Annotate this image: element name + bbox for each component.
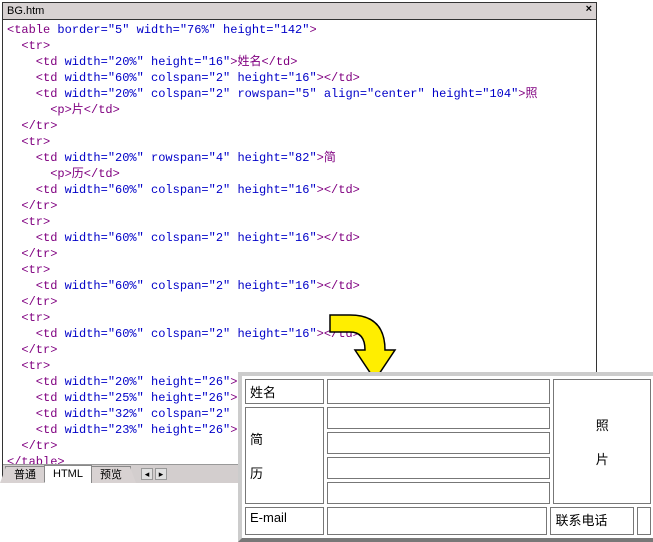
- code: <td: [7, 151, 65, 165]
- phone-empty-cell: [637, 507, 651, 535]
- code: </tr>: [7, 343, 57, 357]
- table-row: 姓名 照 片: [245, 379, 651, 404]
- name-label-cell: 姓名: [245, 379, 324, 404]
- code: <td: [7, 391, 65, 405]
- tab-normal[interactable]: 普通: [5, 466, 45, 483]
- code: <tr>: [7, 39, 50, 53]
- code: width="23%" height="26": [65, 423, 231, 437]
- resume-label: 简: [250, 432, 263, 447]
- code: </tr>: [7, 295, 57, 309]
- code: </tr>: [7, 119, 57, 133]
- code: </tr>: [7, 439, 57, 453]
- code: <td: [7, 55, 65, 69]
- code: <td: [7, 231, 65, 245]
- tab-nav-left-icon[interactable]: ◂: [141, 468, 153, 480]
- resume-empty-cell: [327, 432, 551, 454]
- code: </tr>: [7, 247, 57, 261]
- code: width="20%" colspan="2" rowspan="5" alig…: [65, 87, 519, 101]
- email-empty-cell: [327, 507, 548, 535]
- code: width="60%" colspan="2" height="16": [65, 71, 317, 85]
- phone-label-cell: 联系电话: [550, 507, 634, 535]
- code: <td: [7, 87, 65, 101]
- code: ></td>: [317, 71, 360, 85]
- code: <tr>: [7, 215, 50, 229]
- resume-label-cell: 简 历: [245, 407, 324, 504]
- photo-label: 片: [596, 452, 609, 467]
- tab-nav-right-icon[interactable]: ▸: [155, 468, 167, 480]
- resume-empty-cell: [327, 457, 551, 479]
- code: >: [309, 23, 316, 37]
- code: width="20%" height="26": [65, 375, 231, 389]
- code: ></td>: [317, 279, 360, 293]
- titlebar: BG.htm ×: [3, 3, 596, 20]
- code: <td: [7, 407, 65, 421]
- code: <p>片</td>: [7, 103, 120, 117]
- name-empty-cell: [327, 379, 551, 404]
- code: <td: [7, 183, 65, 197]
- code: <td: [7, 375, 65, 389]
- tab-preview[interactable]: 预览: [91, 466, 131, 483]
- close-icon[interactable]: ×: [586, 3, 592, 15]
- email-label-cell: E-mail: [245, 507, 324, 535]
- code: <tr>: [7, 311, 50, 325]
- code: >姓名</td>: [230, 55, 297, 69]
- code: width="20%" rowspan="4" height="82": [65, 151, 317, 165]
- rendered-preview: 姓名 照 片 简 历 E-mail 联系电话: [238, 372, 653, 542]
- photo-label: 照: [596, 418, 609, 433]
- code: <td: [7, 423, 65, 437]
- code: width="60%" colspan="2" height="16": [65, 279, 317, 293]
- code: <tr>: [7, 359, 50, 373]
- code: </tr>: [7, 199, 57, 213]
- preview-table: 姓名 照 片 简 历 E-mail 联系电话: [242, 376, 653, 538]
- code: <td: [7, 327, 65, 341]
- window-title: BG.htm: [7, 5, 44, 17]
- code: <p>历</td>: [7, 167, 120, 181]
- table-row: E-mail 联系电话: [245, 507, 651, 535]
- code: width="25%" height="26": [65, 391, 231, 405]
- resume-label: 历: [250, 466, 263, 481]
- code: <td: [7, 279, 65, 293]
- code: width="60%" colspan="2" height="16": [65, 231, 317, 245]
- code: border="5" width="76%" height="142": [57, 23, 309, 37]
- code: >简: [317, 151, 336, 165]
- code: ></td>: [317, 231, 360, 245]
- tab-html[interactable]: HTML: [44, 465, 92, 483]
- code: ></td>: [317, 183, 360, 197]
- code: >照: [518, 87, 537, 101]
- resume-empty-cell: [327, 482, 551, 504]
- code: <table: [7, 23, 57, 37]
- code: width="20%" height="16": [65, 55, 231, 69]
- code: <tr>: [7, 135, 50, 149]
- code: </table>: [7, 455, 65, 464]
- code: ></td>: [317, 327, 360, 341]
- tab-nav: ◂ ▸: [140, 468, 168, 480]
- code: width="60%" colspan="2" height="16": [65, 183, 317, 197]
- photo-cell: 照 片: [553, 379, 651, 504]
- resume-empty-cell: [327, 407, 551, 429]
- code: <tr>: [7, 263, 50, 277]
- code: width="60%" colspan="2" height="16": [65, 327, 317, 341]
- code: <td: [7, 71, 65, 85]
